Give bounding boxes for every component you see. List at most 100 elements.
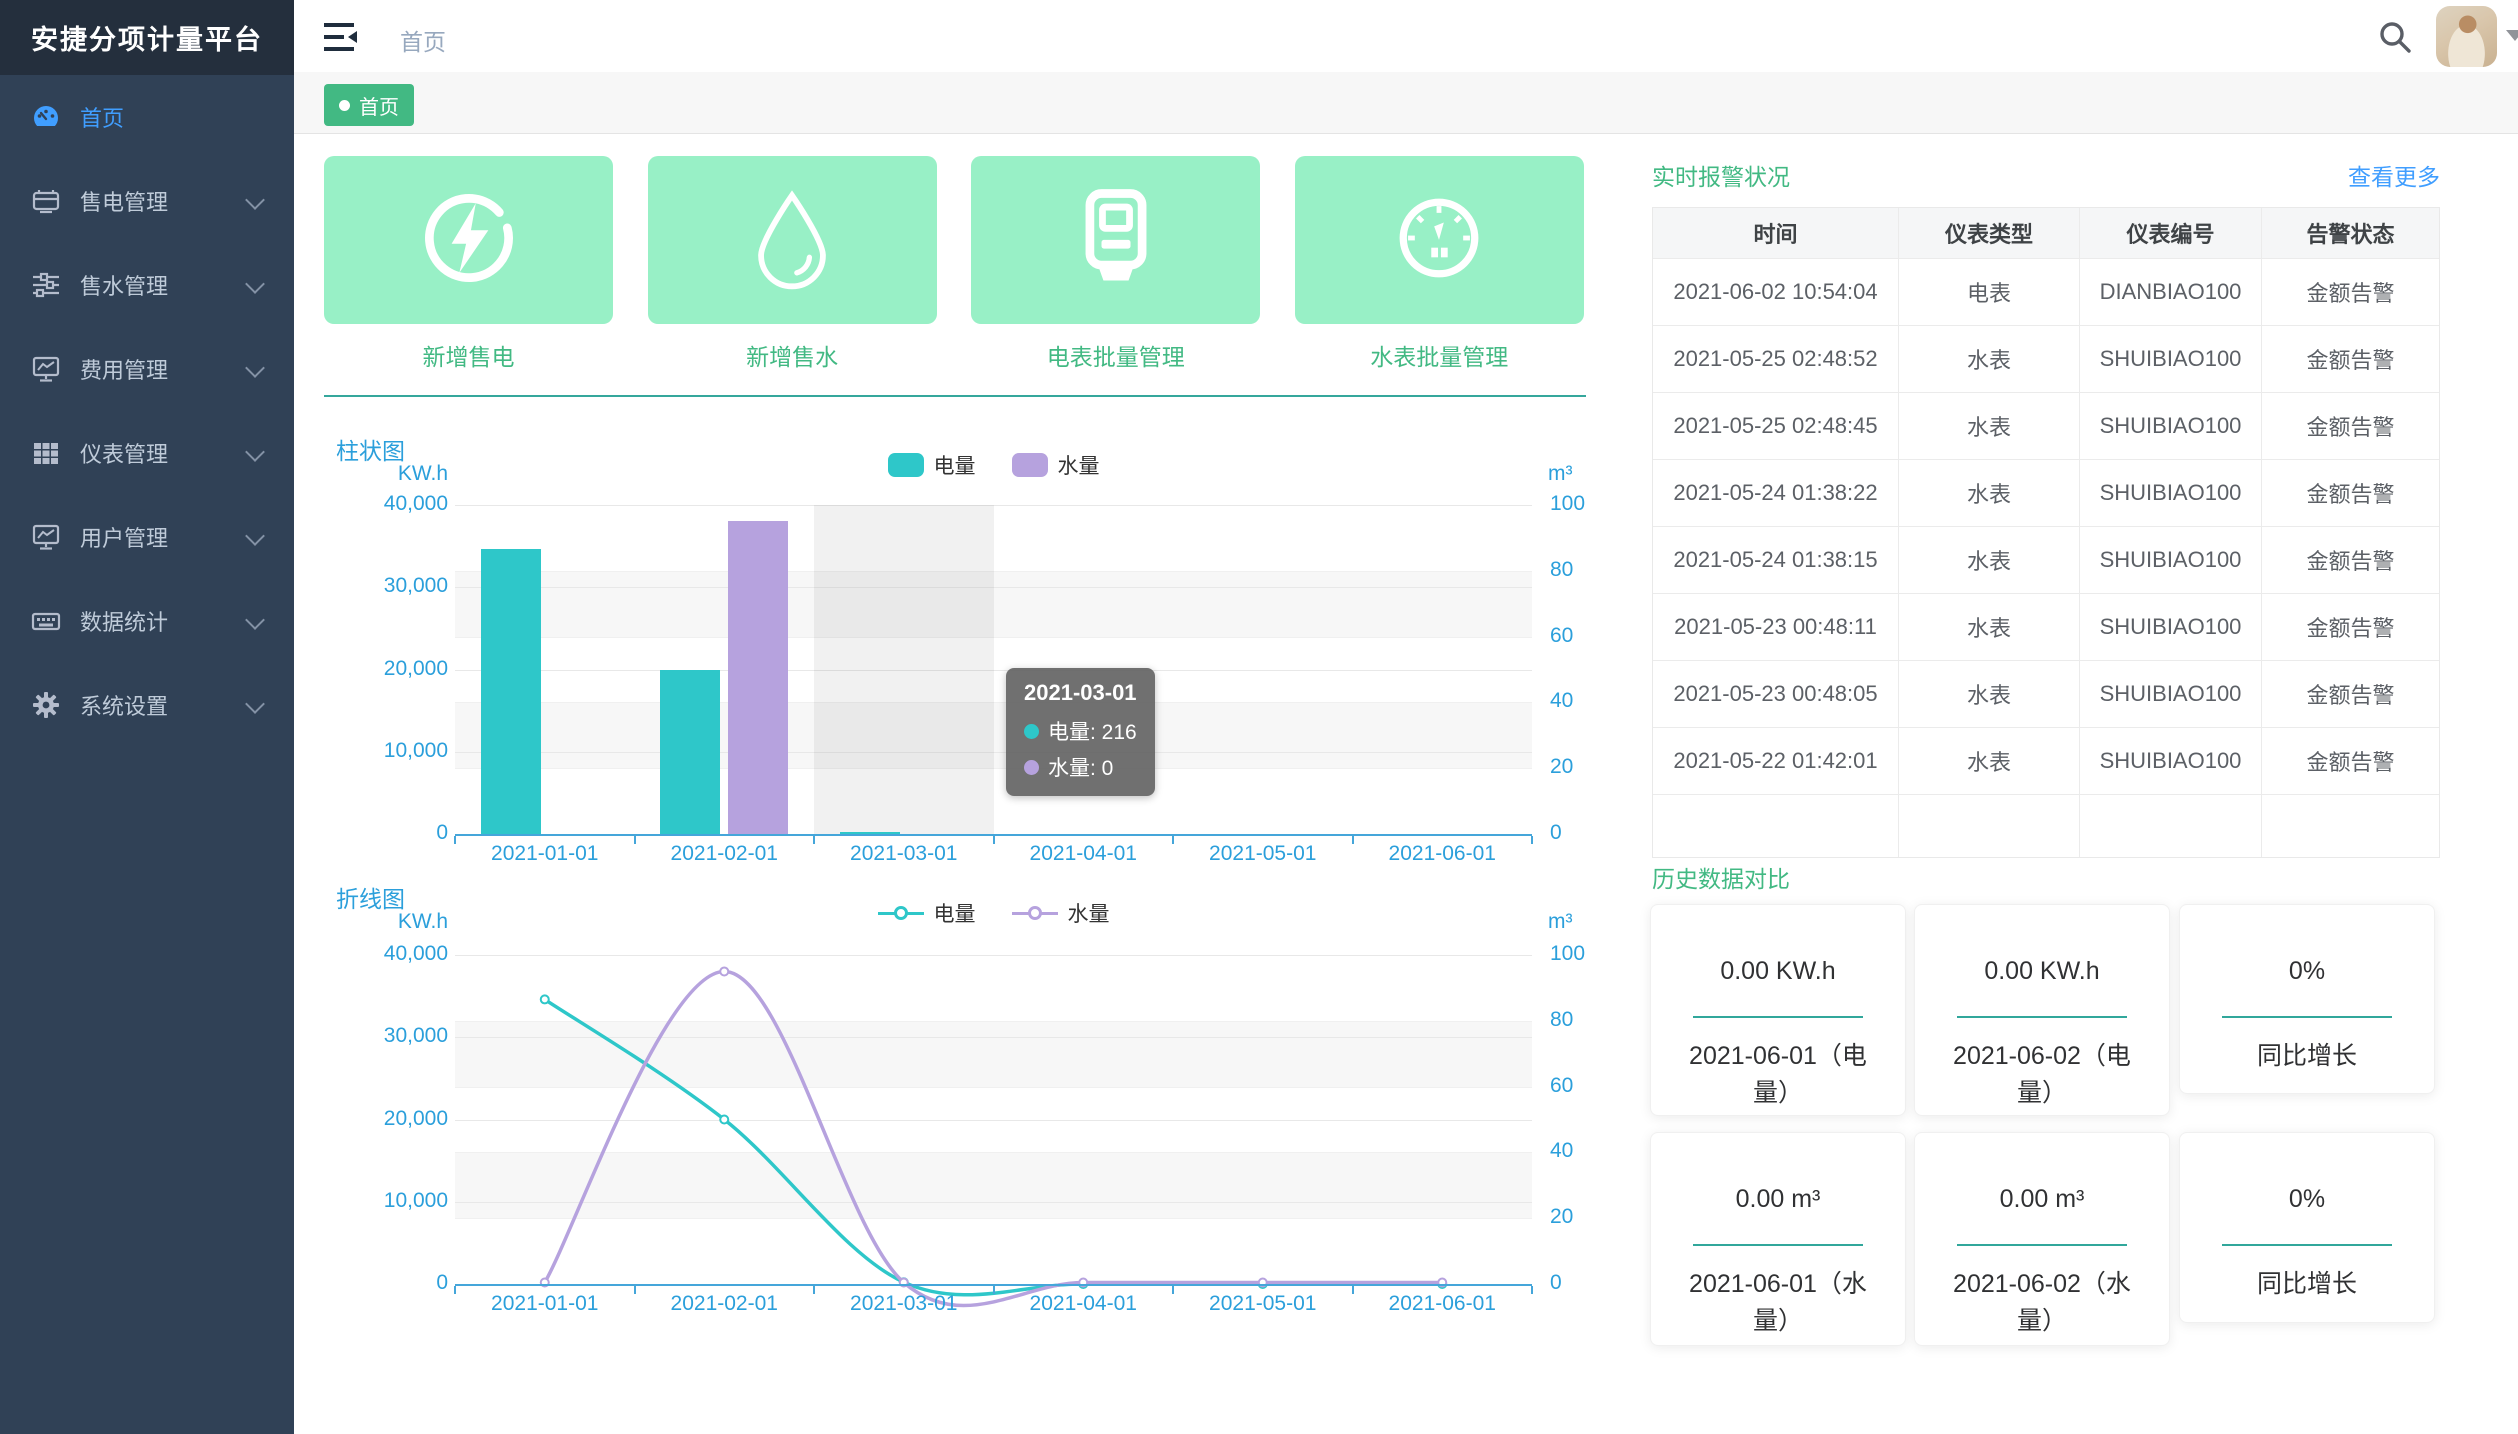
- history-value: 0%: [2180, 1185, 2434, 1214]
- history-card-1: 0.00 KW.h2021-06-01（电量）: [1650, 904, 1906, 1116]
- right-axis-tick-label: 20: [1550, 1205, 1573, 1229]
- alarm-table: 时间仪表类型仪表编号告警状态2021-06-02 10:54:04电表DIANB…: [1652, 207, 2440, 858]
- history-value: 0.00 m³: [1915, 1185, 2169, 1214]
- table-cell: [2079, 795, 2261, 857]
- table-cell: 2021-06-02 10:54:04: [1653, 259, 1898, 325]
- table-cell: 水表: [1898, 594, 2079, 660]
- table-cell: DIANBIAO100: [2079, 259, 2261, 325]
- table-cell: 2021-05-22 01:42:01: [1653, 728, 1898, 794]
- data-point-电量-2021-02-01: [720, 1116, 728, 1124]
- y-axis-tick-label: 30,000: [333, 574, 448, 598]
- column-header: 仪表编号: [2079, 208, 2261, 258]
- table-cell: 2021-05-25 02:48:45: [1653, 393, 1898, 459]
- history-label: 2021-06-02（电量）: [1915, 1038, 2169, 1112]
- x-axis-label: 2021-01-01: [455, 842, 635, 866]
- legend-item-电量[interactable]: 电量: [888, 450, 976, 480]
- table-cell: 水表: [1898, 326, 2079, 392]
- history-value: 0.00 KW.h: [1915, 957, 2169, 986]
- table-cell: 水表: [1898, 460, 2079, 526]
- left-axis-unit: KW.h: [338, 910, 448, 934]
- table-header-row: 时间仪表类型仪表编号告警状态: [1653, 208, 2439, 258]
- table-row: 2021-05-24 01:38:15水表SHUIBIAO100金额告警: [1653, 526, 2439, 593]
- table-empty-row: [1653, 794, 2439, 857]
- x-axis-label: 2021-04-01: [994, 1292, 1174, 1316]
- table-cell: SHUIBIAO100: [2079, 661, 2261, 727]
- line-series-水量: [545, 972, 1443, 1306]
- history-card-3: 0%同比增长: [2179, 904, 2435, 1094]
- table-cell: 金额告警: [2261, 460, 2439, 526]
- table-cell: 水表: [1898, 728, 2079, 794]
- table-row: 2021-05-25 02:48:52水表SHUIBIAO100金额告警: [1653, 325, 2439, 392]
- line-chart-canvas: [455, 951, 1532, 1290]
- column-header: 告警状态: [2261, 208, 2439, 258]
- history-card-5: 0.00 m³2021-06-02（水量）: [1914, 1132, 2170, 1346]
- axis-pointer-shadow: [814, 505, 994, 834]
- table-cell: 水表: [1898, 661, 2079, 727]
- chart-legend: 电量 水量: [455, 898, 1532, 928]
- card-divider: [2222, 1016, 2392, 1018]
- y-axis-tick-label: 40,000: [333, 492, 448, 516]
- table-cell: 金额告警: [2261, 594, 2439, 660]
- y-axis-tick-label: 0: [333, 1271, 448, 1295]
- y-axis-tick-label: 20,000: [333, 1107, 448, 1131]
- table-cell: 2021-05-25 02:48:52: [1653, 326, 1898, 392]
- legend-item-电量[interactable]: 电量: [878, 898, 976, 928]
- x-axis-label: 2021-01-01: [455, 1292, 635, 1316]
- legend-label: 水量: [1068, 898, 1110, 928]
- x-axis-label: 2021-06-01: [1353, 1292, 1533, 1316]
- card-divider: [1957, 1244, 2127, 1246]
- legend-label: 电量: [934, 898, 976, 928]
- x-axis-label: 2021-03-01: [814, 842, 994, 866]
- table-cell: 金额告警: [2261, 661, 2439, 727]
- table-cell: SHUIBIAO100: [2079, 326, 2261, 392]
- right-axis-tick-label: 100: [1550, 942, 1585, 966]
- table-cell: 金额告警: [2261, 728, 2439, 794]
- legend-item-水量[interactable]: 水量: [1012, 450, 1100, 480]
- legend-swatch: [1012, 453, 1048, 477]
- table-cell: 2021-05-23 00:48:11: [1653, 594, 1898, 660]
- table-row: 2021-05-24 01:38:22水表SHUIBIAO100金额告警: [1653, 459, 2439, 526]
- history-label: 2021-06-01（电量）: [1651, 1038, 1905, 1112]
- series-dot-icon: [1024, 724, 1039, 739]
- history-panel-title: 历史数据对比: [1652, 860, 1790, 894]
- legend-swatch: [888, 453, 924, 477]
- y-axis-tick-label: 0: [333, 821, 448, 845]
- chart-tooltip: 2021-03-01电量: 216水量: 0: [1006, 668, 1155, 796]
- y-axis-tick-label: 10,000: [333, 739, 448, 763]
- right-axis-tick-label: 20: [1550, 755, 1573, 779]
- table-row: 2021-05-23 00:48:11水表SHUIBIAO100金额告警: [1653, 593, 2439, 660]
- gridline: [455, 702, 1532, 703]
- split-area: [455, 702, 1532, 768]
- table-cell: 电表: [1898, 259, 2079, 325]
- bar-水量-2021-02-01: [728, 521, 788, 834]
- table-row: 2021-06-02 10:54:04电表DIANBIAO100金额告警: [1653, 258, 2439, 325]
- right-axis-tick-label: 80: [1550, 558, 1573, 582]
- x-axis-label: 2021-02-01: [635, 842, 815, 866]
- legend-item-水量[interactable]: 水量: [1012, 898, 1110, 928]
- legend-line-marker: [878, 901, 924, 925]
- card-divider: [1957, 1016, 2127, 1018]
- right-axis-tick-label: 40: [1550, 689, 1573, 713]
- tooltip-value: 电量: 216: [1048, 716, 1137, 746]
- x-axis-label: 2021-03-01: [814, 1292, 994, 1316]
- table-row: 2021-05-22 01:42:01水表SHUIBIAO100金额告警: [1653, 727, 2439, 794]
- series-dot-icon: [1024, 760, 1039, 775]
- table-cell: [1653, 795, 1898, 857]
- right-axis-tick-label: 100: [1550, 492, 1585, 516]
- view-more-link[interactable]: 查看更多: [2240, 158, 2440, 192]
- y-axis-tick-label: 40,000: [333, 942, 448, 966]
- right-axis-tick-label: 40: [1550, 1139, 1573, 1163]
- legend-line-marker: [1012, 901, 1058, 925]
- left-axis-unit: KW.h: [338, 462, 448, 486]
- gridline: [455, 637, 1532, 638]
- right-axis-tick-label: 0: [1550, 1271, 1562, 1295]
- x-axis-label: 2021-02-01: [635, 1292, 815, 1316]
- history-card-6: 0%同比增长: [2179, 1132, 2435, 1323]
- y-axis-tick-label: 30,000: [333, 1024, 448, 1048]
- table-cell: 水表: [1898, 527, 2079, 593]
- chart-legend: 电量 水量: [455, 450, 1532, 480]
- right-axis-tick-label: 60: [1550, 624, 1573, 648]
- table-cell: 金额告警: [2261, 259, 2439, 325]
- table-cell: SHUIBIAO100: [2079, 527, 2261, 593]
- gridline: [455, 571, 1532, 572]
